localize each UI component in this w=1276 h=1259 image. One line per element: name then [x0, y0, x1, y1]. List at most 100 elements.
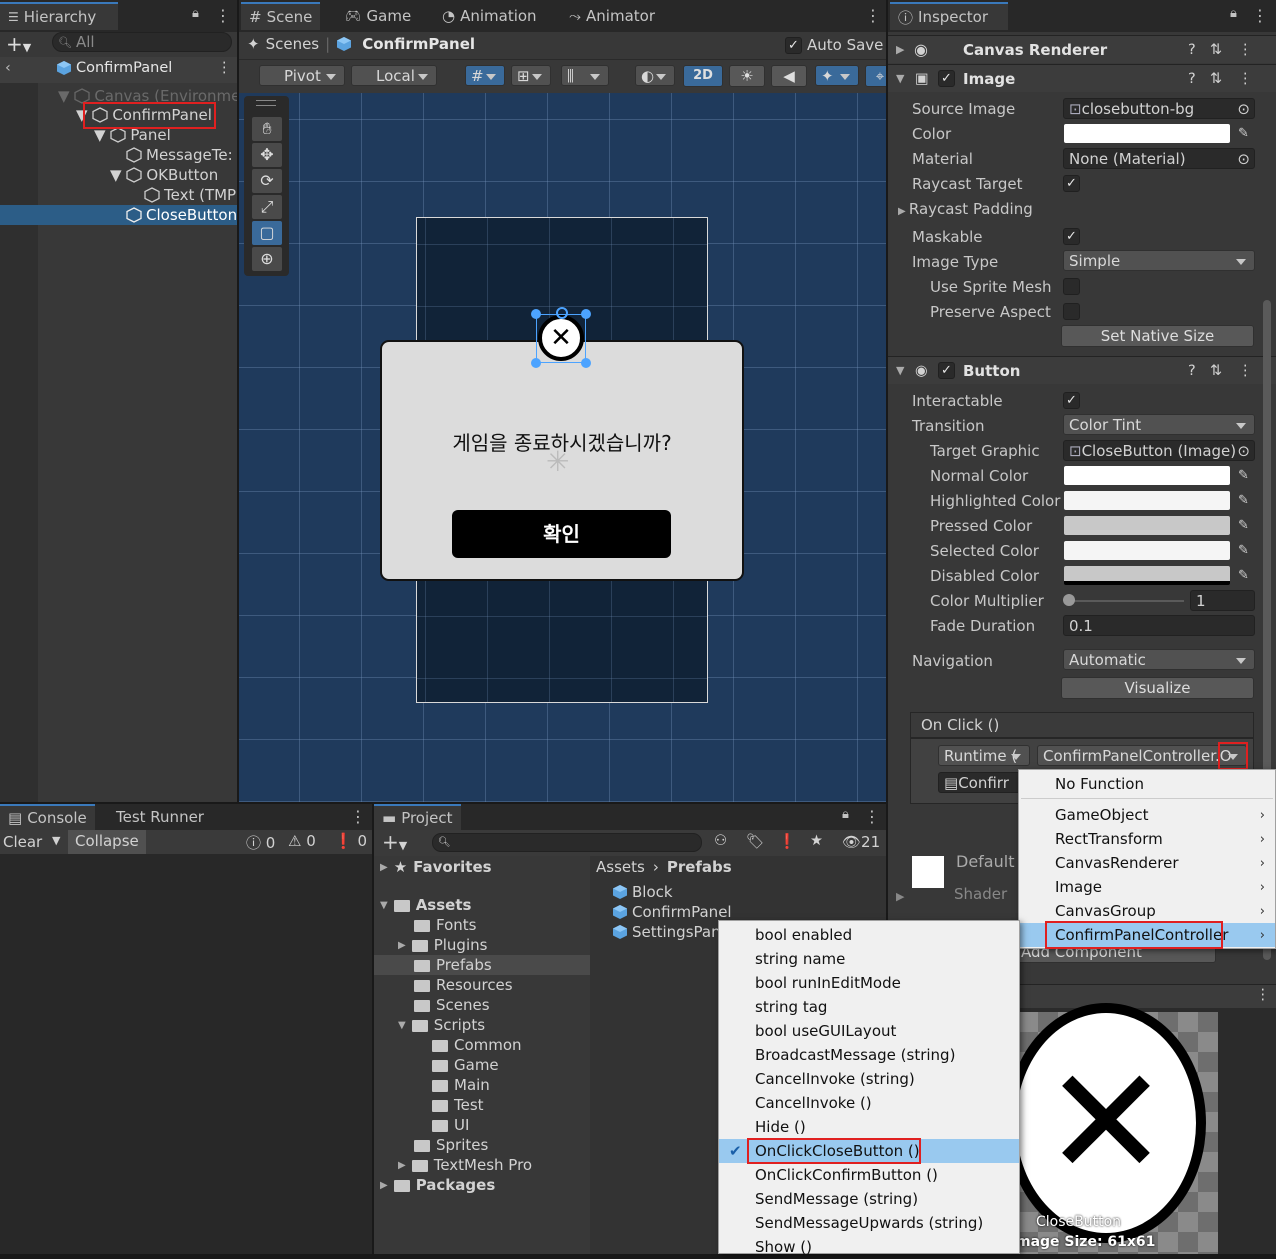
- overlay-drag-handle[interactable]: [256, 100, 276, 106]
- hierarchy-search-input[interactable]: 🔍︎ All: [52, 32, 232, 52]
- lighting-toggle[interactable]: ☀: [729, 65, 765, 87]
- eyedropper-icon[interactable]: ✎: [1234, 466, 1253, 485]
- audio-toggle[interactable]: ◀: [771, 65, 807, 87]
- eyedropper-icon[interactable]: ✎: [1234, 491, 1253, 510]
- breadcrumb-prefabs[interactable]: Prefabs: [667, 858, 732, 876]
- eyedropper-icon[interactable]: ✎: [1234, 516, 1253, 535]
- image-header[interactable]: ▼ ▣ ✓ Image ? ⇅ ⋮: [888, 64, 1276, 92]
- maskable-checkbox[interactable]: ✓: [1063, 228, 1080, 245]
- tree-prefabs[interactable]: Prefabs: [414, 955, 492, 975]
- scene-menu-icon[interactable]: ⋮: [217, 60, 232, 76]
- menu-item-method[interactable]: OnClickConfirmButton (): [719, 1163, 1019, 1187]
- pivot-handle[interactable]: [556, 307, 568, 319]
- tree-fonts[interactable]: Fonts: [414, 915, 476, 935]
- tree-scripts[interactable]: ▼ Scripts: [398, 1015, 485, 1035]
- menu-item-method[interactable]: bool useGUILayout: [719, 1019, 1019, 1043]
- local-dropdown[interactable]: Local: [351, 65, 437, 86]
- tab-inspector[interactable]: ⓘ Inspector: [890, 2, 1008, 30]
- tree-item-text-tmp[interactable]: Text (TMP: [144, 185, 236, 205]
- presets-icon[interactable]: ⇅: [1210, 363, 1222, 379]
- tree-favorites[interactable]: ▶ ★ Favorites: [380, 857, 492, 877]
- tree-item-closebutton[interactable]: CloseButton: [126, 205, 237, 225]
- rect-handle-bl[interactable]: [531, 358, 541, 368]
- rect-tool-icon[interactable]: ▢: [252, 221, 282, 245]
- image-type-dropdown[interactable]: Simple: [1063, 250, 1255, 271]
- scene-more-icon[interactable]: ⋮: [865, 6, 881, 25]
- color-multiplier-slider[interactable]: [1068, 600, 1184, 602]
- ok-button[interactable]: 확인: [452, 510, 671, 558]
- tree-plugins[interactable]: ▶ Plugins: [398, 935, 487, 955]
- button-enabled-checkbox[interactable]: ✓: [938, 362, 955, 379]
- tab-game[interactable]: 🎮︎ Game: [337, 2, 419, 30]
- menu-item-gameobject[interactable]: GameObject ›: [1019, 803, 1275, 827]
- foldout-icon[interactable]: ▶: [896, 890, 904, 903]
- menu-item-method[interactable]: Hide (): [719, 1115, 1019, 1139]
- filter-warning-icon[interactable]: ❗: [778, 833, 796, 850]
- preserve-aspect-checkbox[interactable]: [1063, 303, 1080, 320]
- file-confirmpanel[interactable]: ConfirmPanel: [612, 902, 732, 922]
- hidden-packages-toggle[interactable]: 👁︎21: [842, 833, 880, 851]
- component-menu-icon[interactable]: ⋮: [1238, 42, 1253, 58]
- menu-item-method[interactable]: SendMessageUpwards (string): [719, 1211, 1019, 1235]
- disabled-color-swatch[interactable]: [1064, 566, 1230, 585]
- tree-packages[interactable]: ▶ Packages: [380, 1175, 495, 1195]
- breadcrumb-scenes[interactable]: Scenes: [266, 35, 320, 53]
- more-menu-icon[interactable]: ⋮: [1256, 987, 1271, 1003]
- 2d-toggle[interactable]: 2D: [683, 65, 723, 87]
- auto-save-checkbox[interactable]: ✓: [785, 36, 802, 54]
- button-header[interactable]: ▼ ◉ ✓ Button ? ⇅ ⋮: [888, 356, 1276, 384]
- more-menu-icon[interactable]: ⋮: [1252, 6, 1268, 25]
- menu-item-no-function[interactable]: No Function: [1019, 772, 1275, 796]
- tab-scene[interactable]: # Scene: [241, 2, 321, 30]
- selected-color-swatch[interactable]: [1064, 541, 1230, 560]
- file-settingspanel[interactable]: SettingsPan: [612, 922, 721, 942]
- canvas-renderer-header[interactable]: ▶ ◉ Canvas Renderer ? ⇅ ⋮: [888, 35, 1276, 63]
- highlighted-color-swatch[interactable]: [1064, 491, 1230, 510]
- more-menu-icon[interactable]: ⋮: [215, 6, 231, 25]
- tab-animator[interactable]: ⤳ Animator: [561, 2, 663, 30]
- clear-options-dropdown[interactable]: ▼: [52, 834, 60, 847]
- menu-item-method[interactable]: string tag: [719, 995, 1019, 1019]
- clear-button[interactable]: Clear: [3, 833, 42, 851]
- object-picker-icon[interactable]: ⊙: [1237, 441, 1250, 460]
- scene-viewport[interactable]: 게임을 종료하시겠습니까? 확인 ✕ ✳ ✋︎ ✥ ⟳ ⤢ ▢ ⊕: [239, 93, 886, 802]
- runtime-mode-dropdown[interactable]: Runtime (: [938, 745, 1030, 766]
- use-sprite-mesh-checkbox[interactable]: [1063, 278, 1080, 295]
- help-icon[interactable]: ?: [1188, 71, 1196, 87]
- fade-duration-input[interactable]: 0.1: [1063, 615, 1255, 636]
- tab-hierarchy[interactable]: ☰ Hierarchy: [0, 2, 118, 30]
- slider-thumb[interactable]: [1063, 594, 1075, 606]
- menu-item-method[interactable]: bool runInEditMode: [719, 971, 1019, 995]
- menu-item-canvasrenderer[interactable]: CanvasRenderer ›: [1019, 851, 1275, 875]
- foldout-icon[interactable]: ▶: [896, 43, 904, 56]
- tree-assets[interactable]: ▼ Assets: [380, 895, 471, 915]
- tree-resources[interactable]: Resources: [414, 975, 513, 995]
- tree-ui[interactable]: UI: [432, 1115, 469, 1135]
- source-image-field[interactable]: ⊡ closebutton-bg ⊙: [1063, 98, 1255, 119]
- tree-main[interactable]: Main: [432, 1075, 490, 1095]
- tab-project[interactable]: ▬ Project: [374, 804, 461, 830]
- presets-icon[interactable]: ⇅: [1210, 42, 1222, 58]
- tree-sprites[interactable]: Sprites: [414, 1135, 488, 1155]
- function-dropdown[interactable]: ConfirmPanelController.O: [1037, 745, 1247, 766]
- tree-game[interactable]: Game: [432, 1055, 499, 1075]
- pivot-dropdown[interactable]: Pivot: [259, 65, 345, 86]
- menu-item-method[interactable]: BroadcastMessage (string): [719, 1043, 1019, 1067]
- set-native-size-button[interactable]: Set Native Size: [1061, 325, 1254, 347]
- menu-item-method[interactable]: Show (): [719, 1235, 1019, 1259]
- menu-item-image[interactable]: Image ›: [1019, 875, 1275, 899]
- navigation-dropdown[interactable]: Automatic: [1063, 649, 1255, 670]
- normal-color-swatch[interactable]: [1064, 466, 1230, 485]
- tree-scenes[interactable]: Scenes: [414, 995, 490, 1015]
- rotate-tool-icon[interactable]: ⟳: [252, 169, 282, 193]
- object-picker-icon[interactable]: ⊙: [1237, 100, 1250, 118]
- eyedropper-icon[interactable]: ✎: [1234, 124, 1253, 143]
- color-multiplier-input[interactable]: 1: [1190, 590, 1255, 611]
- rect-handle[interactable]: [536, 314, 586, 363]
- move-tool-icon[interactable]: ✥: [252, 143, 282, 167]
- rect-handle-tl[interactable]: [531, 309, 541, 319]
- add-object-button[interactable]: +▼: [6, 32, 31, 56]
- console-more-icon[interactable]: ⋮: [350, 807, 366, 826]
- transform-tool-icon[interactable]: ⊕: [252, 247, 282, 271]
- eyedropper-icon[interactable]: ✎: [1234, 566, 1253, 585]
